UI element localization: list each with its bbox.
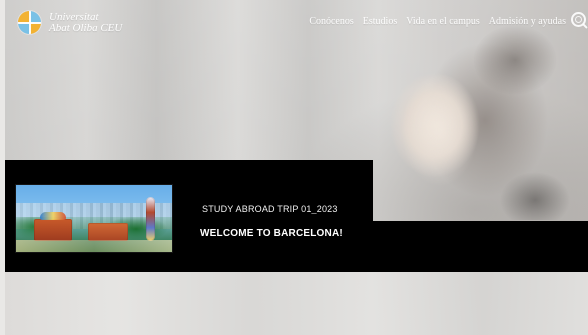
nav-item-admision-ayudas[interactable]: Admisión y ayudas [489,16,566,27]
nav-item-estudios[interactable]: Estudios [363,16,397,27]
banner-black-right [373,221,588,272]
logo-quadrant-2 [29,11,41,23]
search-icon[interactable] [571,12,586,27]
main-navigation: Conócenos Estudios Vida en el campus Adm… [309,16,566,27]
logo-quadrant-4 [29,22,41,34]
logo-quadrant-1 [18,11,30,23]
logo-quadrant-3 [18,22,30,34]
nav-item-conocenos[interactable]: Conócenos [309,16,353,27]
trip-label: STUDY ABROAD TRIP 01_2023 [202,204,338,214]
bottom-background [5,272,588,335]
brand-text: Universitat Abat Oliba CEU [49,12,122,34]
thumbnail-tower [146,197,155,241]
thumbnail-house-1 [34,212,72,241]
barcelona-thumbnail[interactable] [16,185,172,252]
nav-item-vida-campus[interactable]: Vida en el campus [406,16,480,27]
thumbnail-path [16,240,172,252]
ceu-logo-icon [18,11,41,34]
top-bar: Universitat Abat Oliba CEU Conócenos Est… [5,0,588,50]
trip-banner: STUDY ABROAD TRIP 01_2023 WELCOME TO BAR… [5,160,588,272]
search-icon-lens [575,16,582,23]
thumbnail-house-2 [88,223,128,241]
brand[interactable]: Universitat Abat Oliba CEU [18,9,122,34]
trip-title: WELCOME TO BARCELONA! [200,228,343,239]
logo-cross-vertical [29,11,31,34]
page-frame: Universitat Abat Oliba CEU Conócenos Est… [5,0,588,335]
brand-line-2: Abat Oliba CEU [49,22,123,34]
